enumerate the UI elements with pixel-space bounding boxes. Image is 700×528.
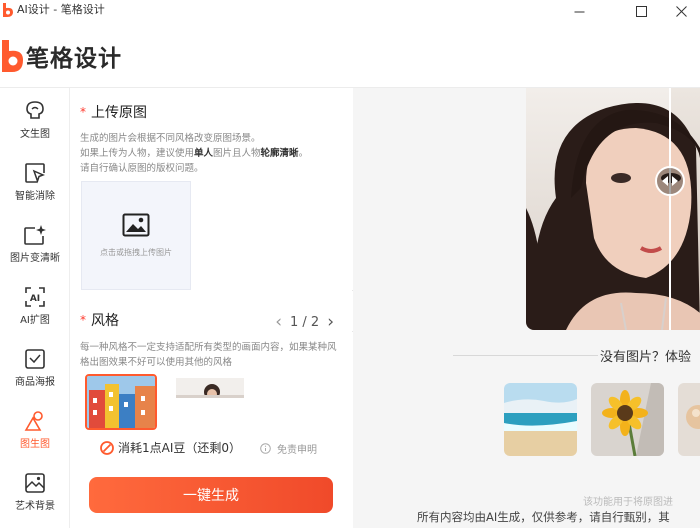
sidebar-item-label: 智能消除 — [15, 191, 55, 202]
cost-info: 消耗1点AI豆（还剩0） — [100, 439, 241, 456]
style-preview-image — [87, 376, 155, 428]
no-image-prompt: 没有图片？体验 — [453, 346, 700, 365]
window-title: AI设计 - 笔格设计 — [17, 3, 105, 16]
style-thumb[interactable] — [176, 378, 244, 398]
window-title-bar: AI设计 - 笔格设计 — [0, 0, 700, 22]
style-section-title: * 风格 — [80, 313, 119, 329]
portrait-compare-image — [526, 88, 700, 330]
style-pager: ‹ 1 / 2 › — [275, 312, 334, 332]
settings-panel: * 上传原图 生成的图片会根据不同风格改变原图场景。 如果上传为人物，建议使用单… — [70, 88, 352, 528]
sidebar-item-label: 商品海报 — [15, 377, 55, 388]
brand: 笔格设计 — [0, 39, 122, 73]
sidebar-item-label: AI扩图 — [20, 315, 50, 326]
close-icon — [675, 5, 687, 17]
upload-hint: 点击或拖拽上传图片 — [100, 248, 172, 257]
brain-bulb-icon — [26, 101, 44, 119]
brand-logo-icon — [2, 40, 23, 72]
sparkle-frame-icon — [24, 225, 46, 245]
sample-image-beach[interactable] — [504, 383, 577, 456]
feature-notice: 该功能用于将原图进 — [583, 497, 673, 508]
required-mark: * — [80, 105, 86, 119]
slider-arrows-icon — [662, 176, 678, 186]
style-preview-image — [176, 378, 244, 398]
maximize-button[interactable] — [618, 0, 664, 22]
style-thumbnails — [85, 374, 340, 430]
sidebar-item-art-background[interactable]: 艺术背景 — [0, 466, 70, 526]
sidebar-item-smart-erase[interactable]: 智能消除 — [0, 156, 70, 216]
sidebar-item-text-to-image[interactable]: 文生图 — [0, 94, 70, 154]
minimize-button[interactable] — [556, 0, 602, 22]
sidebar-item-label: 艺术背景 — [15, 501, 55, 512]
divider — [453, 355, 598, 356]
sidebar-item-image-to-image[interactable]: 图生图 — [0, 404, 70, 464]
sidebar-item-label: 文生图 — [20, 129, 50, 140]
image-upload-icon — [122, 213, 150, 237]
partial-sample-image — [678, 383, 700, 456]
sample-image-partial[interactable] — [678, 383, 700, 456]
app-header: 笔格设计 — [0, 22, 700, 88]
style-thumb-selected[interactable] — [85, 374, 157, 430]
disclaimer-link[interactable]: 免责申明 — [260, 441, 317, 456]
close-button[interactable] — [662, 0, 700, 22]
sunflower-sample-image — [591, 383, 664, 456]
style-description: 每一种风格不一定支持适配所有类型的画面内容，如果某种风格出图效果不好可以使用其他… — [80, 342, 337, 368]
upload-description: 生成的图片会根据不同风格改变原图场景。 如果上传为人物，建议使用单人图片且人物轮… — [80, 133, 309, 174]
preview-area: 没有图片？体验 该功能用于将原图进 所有内容均由AI生成，仅供参考，请自行甄别，… — [353, 88, 700, 528]
svg-text:AI: AI — [30, 294, 40, 304]
comparison-image[interactable] — [526, 88, 700, 330]
style-thumb[interactable] — [266, 378, 334, 382]
upload-section-title: * 上传原图 — [80, 105, 147, 121]
sidebar-item-label: 图生图 — [20, 439, 50, 450]
eraser-cursor-icon — [25, 163, 45, 184]
required-mark: * — [80, 313, 86, 327]
sample-image-sunflower[interactable] — [591, 383, 664, 456]
ai-expand-icon: AI — [25, 287, 45, 307]
sidebar: 文生图 智能消除 图片变清晰 AI AI扩图 商品海报 图生图 艺术背景 — [0, 88, 70, 528]
bean-icon — [100, 440, 114, 455]
ai-disclaimer: 所有内容均由AI生成，仅供参考，请自行甄别，其 — [417, 510, 670, 524]
sidebar-item-enhance[interactable]: 图片变清晰 — [0, 218, 70, 278]
sidebar-item-product-poster[interactable]: 商品海报 — [0, 342, 70, 402]
app-logo-icon — [3, 3, 13, 17]
compare-slider-handle[interactable] — [655, 166, 685, 196]
poster-icon — [25, 349, 45, 369]
page-indicator: 1 / 2 — [290, 314, 320, 330]
sidebar-item-ai-expand[interactable]: AI AI扩图 — [0, 280, 70, 340]
maximize-icon — [635, 5, 647, 17]
shapes-icon — [24, 411, 43, 431]
brand-name: 笔格设计 — [26, 46, 122, 72]
minimize-icon — [574, 11, 584, 12]
prev-page-button[interactable]: ‹ — [275, 312, 282, 332]
next-page-button[interactable]: › — [327, 312, 334, 332]
info-icon — [260, 443, 271, 454]
upload-dropzone[interactable]: 点击或拖拽上传图片 — [81, 181, 191, 290]
beach-sample-image — [504, 383, 577, 456]
sidebar-item-label: 图片变清晰 — [10, 253, 60, 264]
generate-button[interactable]: 一键生成 — [89, 477, 333, 513]
landscape-icon — [25, 473, 45, 493]
